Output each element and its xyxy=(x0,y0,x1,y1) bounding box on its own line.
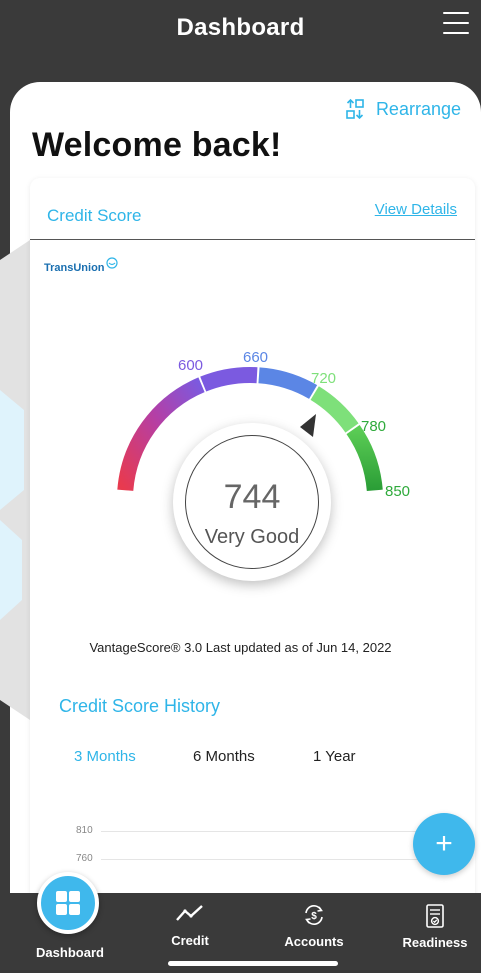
nav-dashboard[interactable]: Dashboard xyxy=(20,939,120,960)
nav-credit[interactable]: Credit xyxy=(150,903,230,948)
svg-text:$: $ xyxy=(311,911,317,922)
tab-1-year[interactable]: 1 Year xyxy=(313,748,356,765)
document-check-icon xyxy=(426,904,444,928)
menu-icon[interactable] xyxy=(443,12,469,34)
plus-icon: + xyxy=(435,827,453,860)
nav-readiness-label: Readiness xyxy=(402,935,468,950)
credit-score-value: 744 xyxy=(223,478,281,516)
history-gridline xyxy=(101,859,451,860)
bureau-name: TransUnion xyxy=(44,262,105,274)
dollar-cycle-icon: $ xyxy=(305,905,323,925)
nav-accounts[interactable]: $ Accounts xyxy=(273,903,355,949)
transunion-mark-icon xyxy=(105,257,118,269)
nav-accounts-label: Accounts xyxy=(284,934,344,949)
rearrange-label: Rearrange xyxy=(375,98,461,119)
credit-score-title: Credit Score xyxy=(47,206,142,225)
score-dial-ring: 744 Very Good xyxy=(185,435,319,569)
history-y-label: 760 xyxy=(76,853,93,864)
view-details-link[interactable]: View Details xyxy=(375,201,457,218)
nav-credit-label: Credit xyxy=(171,933,209,948)
grid-icon xyxy=(56,891,80,915)
score-dial[interactable]: 744 Very Good xyxy=(173,423,331,581)
history-gridline xyxy=(101,831,451,832)
card-divider xyxy=(30,239,475,240)
rearrange-button[interactable]: Rearrange xyxy=(344,98,461,120)
credit-rating: Very Good xyxy=(204,526,300,548)
nav-readiness[interactable]: Readiness xyxy=(394,903,476,950)
welcome-heading: Welcome back! xyxy=(32,126,282,164)
history-title: Credit Score History xyxy=(59,696,221,716)
history-y-label: 810 xyxy=(76,825,93,836)
rearrange-icon xyxy=(346,98,364,120)
page-title: Dashboard xyxy=(176,14,305,41)
tab-6-months[interactable]: 6 Months xyxy=(193,748,255,765)
tab-3-months[interactable]: 3 Months xyxy=(74,748,136,765)
dashboard-home-button[interactable] xyxy=(37,872,99,934)
add-button[interactable]: + xyxy=(413,813,475,875)
nav-dashboard-label: Dashboard xyxy=(36,945,104,960)
trend-line-icon xyxy=(176,905,203,921)
home-indicator xyxy=(168,961,338,966)
score-footnote: VantageScore® 3.0 Last updated as of Jun… xyxy=(89,640,392,655)
transunion-logo: TransUnion xyxy=(44,257,118,274)
